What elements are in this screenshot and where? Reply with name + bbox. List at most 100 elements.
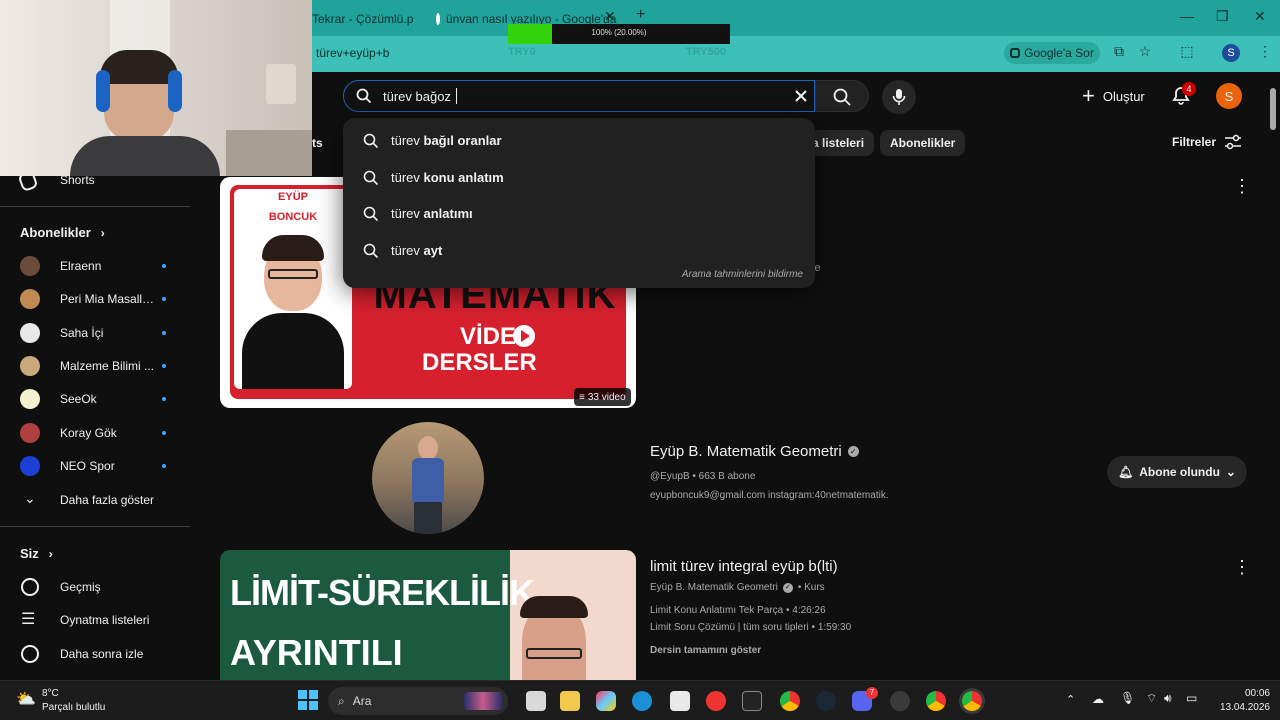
chip-playlists[interactable]: a listeleri bbox=[810, 130, 875, 156]
task-view-icon[interactable] bbox=[526, 691, 546, 711]
clock-time[interactable]: 00:06 bbox=[1234, 688, 1270, 699]
search-input[interactable]: türev bağoz bbox=[343, 80, 815, 112]
wifi-icon[interactable]: ⌔ bbox=[1146, 691, 1157, 706]
tab-close-icon[interactable]: ✕ bbox=[604, 8, 616, 25]
sidebar-channel-item[interactable]: Elraenn bbox=[0, 250, 190, 282]
channel-avatar[interactable] bbox=[372, 422, 484, 534]
chevron-up-icon[interactable]: ⌃ bbox=[1066, 693, 1075, 706]
sidebar-subscriptions-heading[interactable]: Abonelikler › bbox=[20, 225, 105, 240]
sidebar-item-history[interactable]: Geçmiş bbox=[0, 571, 190, 603]
sidebar-channel-item[interactable]: Malzeme Bilimi ... bbox=[0, 350, 190, 382]
new-content-dot bbox=[162, 264, 166, 268]
suggestion-text: türev konu anlatım bbox=[391, 170, 504, 185]
steam-icon[interactable] bbox=[816, 691, 836, 711]
channel-name[interactable]: Eyüp B. Matematik Geometri ✓ bbox=[650, 443, 859, 460]
chevron-down-icon: ⌄ bbox=[1225, 465, 1236, 479]
course-video-line-1[interactable]: Limit Konu Anlatımı Tek Parça • 4:26:26 bbox=[650, 605, 826, 616]
sidebar-channel-item[interactable]: Saha İçi bbox=[0, 317, 190, 349]
media-player-icon[interactable] bbox=[706, 691, 726, 711]
google-icon bbox=[436, 13, 440, 25]
epic-games-icon[interactable] bbox=[742, 691, 762, 711]
search-suggestion[interactable]: türev ayt bbox=[343, 233, 815, 269]
onedrive-icon[interactable]: ☁ bbox=[1092, 692, 1104, 706]
brand-top: EYÜP bbox=[278, 191, 308, 203]
battery-icon[interactable]: ▭ bbox=[1186, 691, 1197, 705]
voice-search-button[interactable] bbox=[882, 80, 916, 114]
create-button[interactable]: + Oluştur bbox=[1082, 85, 1145, 107]
sidebar-channel-item[interactable]: Peri Mia Masalları bbox=[0, 283, 190, 315]
subscribed-button[interactable]: 🔔︎ Abone olundu ⌄ bbox=[1107, 456, 1247, 488]
edge-icon[interactable] bbox=[632, 691, 652, 711]
browser-profile-avatar[interactable]: S bbox=[1222, 44, 1240, 62]
cast-icon[interactable]: ⧉ bbox=[1110, 43, 1128, 61]
sidebar-you-heading[interactable]: Siz › bbox=[20, 546, 53, 561]
windows-start-icon[interactable] bbox=[298, 690, 318, 710]
channel-name-text: Eyüp B. Matematik Geometri bbox=[650, 443, 842, 460]
microphone-icon[interactable]: 🎙︎ bbox=[1120, 691, 1135, 705]
suggestion-text: türev bağıl oranlar bbox=[391, 133, 502, 148]
account-avatar[interactable]: S bbox=[1216, 83, 1242, 109]
minimize-icon[interactable]: — bbox=[1180, 8, 1194, 24]
sidebar-item-playlists[interactable]: ☰ Oynatma listeleri bbox=[0, 604, 190, 636]
weather-temp[interactable]: 8°C bbox=[42, 688, 59, 699]
webcam-overlay bbox=[0, 0, 312, 176]
taskbar-search-box[interactable]: ⌕ Ara bbox=[328, 687, 508, 715]
sidebar-item-label: Malzeme Bilimi ... bbox=[60, 358, 155, 373]
thumb-line2: AYRINTILI bbox=[230, 632, 403, 673]
verified-icon: ✓ bbox=[847, 446, 859, 457]
tab-tekrar[interactable]: Tekrar - Çözümlü.p bbox=[312, 6, 424, 32]
page-scrollbar[interactable] bbox=[1270, 88, 1276, 130]
browser-menu-icon[interactable]: ⋮ bbox=[1256, 43, 1274, 61]
chrome-profile-icon[interactable] bbox=[926, 691, 946, 711]
notification-count-badge: 4 bbox=[1182, 82, 1196, 96]
report-predictions-link[interactable]: Arama tahminlerini bildirme bbox=[682, 269, 803, 280]
app-icon[interactable] bbox=[890, 691, 910, 711]
course-channel[interactable]: Eyüp B. Matematik Geometri bbox=[650, 582, 778, 593]
chrome-icon[interactable] bbox=[780, 691, 800, 711]
sidebar-channel-item[interactable]: SeeOk bbox=[0, 383, 190, 415]
filters-button[interactable]: Filtreler bbox=[1172, 134, 1242, 150]
course-video-line-2[interactable]: Limit Soru Çözümü | tüm soru tipleri • 1… bbox=[650, 622, 851, 633]
url-text[interactable]: türev+eyüp+b bbox=[316, 46, 389, 60]
search-suggestion[interactable]: türev anlatımı bbox=[343, 196, 815, 232]
file-explorer-icon[interactable] bbox=[560, 691, 580, 711]
search-button[interactable] bbox=[815, 80, 869, 112]
course-title[interactable]: limit türev integral eyüp b(lti) bbox=[650, 558, 838, 575]
channel-avatar bbox=[20, 389, 40, 410]
google-sor-button[interactable]: Google'a Sor bbox=[1004, 42, 1100, 64]
sidebar-show-more[interactable]: ⌄ Daha fazla göster bbox=[0, 484, 190, 516]
volume-icon[interactable]: 🔊︎ bbox=[1164, 691, 1172, 706]
sidebar-channel-item[interactable]: Koray Gök bbox=[0, 417, 190, 449]
new-tab-button[interactable]: + bbox=[636, 6, 645, 24]
copilot-icon[interactable] bbox=[596, 691, 616, 711]
search-suggestions-dropdown: türev bağıl oranlar türev konu anlatım tür… bbox=[343, 118, 815, 288]
chip-subscriptions[interactable]: Abonelikler bbox=[880, 130, 966, 156]
channel-avatar bbox=[20, 289, 40, 310]
more-options-icon[interactable]: ⋮ bbox=[1233, 176, 1251, 197]
suggestion-text: türev ayt bbox=[391, 243, 442, 258]
clock-date[interactable]: 13.04.2026 bbox=[1214, 702, 1270, 713]
bookmark-star-icon[interactable]: ☆ bbox=[1136, 43, 1154, 61]
sidebar-channel-item[interactable]: NEO Spor bbox=[0, 450, 190, 482]
course-thumbnail[interactable]: LİMİT-SÜREKLİLİK AYRINTILI bbox=[220, 550, 636, 680]
sidebar-item-label: Geçmiş bbox=[60, 580, 101, 594]
show-full-course-link[interactable]: Dersin tamamını göster bbox=[650, 645, 761, 656]
search-suggestion[interactable]: türev bağıl oranlar bbox=[343, 123, 815, 159]
chip-shorts-partial[interactable]: ts bbox=[312, 130, 323, 156]
google-sor-label: Google'a Sor bbox=[1024, 46, 1094, 60]
maximize-icon[interactable]: ❐ bbox=[1216, 8, 1229, 25]
weather-icon[interactable]: ⛅ bbox=[16, 689, 36, 709]
more-options-icon[interactable]: ⋮ bbox=[1233, 557, 1251, 578]
window-close-icon[interactable]: ✕ bbox=[1254, 8, 1266, 25]
channel-avatar bbox=[20, 355, 40, 376]
extensions-icon[interactable]: ⬚ bbox=[1178, 43, 1196, 61]
weather-description[interactable]: Parçalı bulutlu bbox=[42, 702, 105, 713]
search-suggestion[interactable]: türev konu anlatım bbox=[343, 160, 815, 196]
notifications-button[interactable]: 4 bbox=[1170, 82, 1196, 108]
clear-search-icon[interactable] bbox=[794, 89, 808, 103]
sidebar-item-watch-later[interactable]: Daha sonra izle bbox=[0, 638, 190, 670]
taskbar-search-label: Ara bbox=[352, 694, 372, 708]
chrome-active-icon[interactable] bbox=[962, 691, 982, 711]
search-query-text: türev bağoz bbox=[383, 89, 451, 104]
microsoft-store-icon[interactable] bbox=[670, 691, 690, 711]
